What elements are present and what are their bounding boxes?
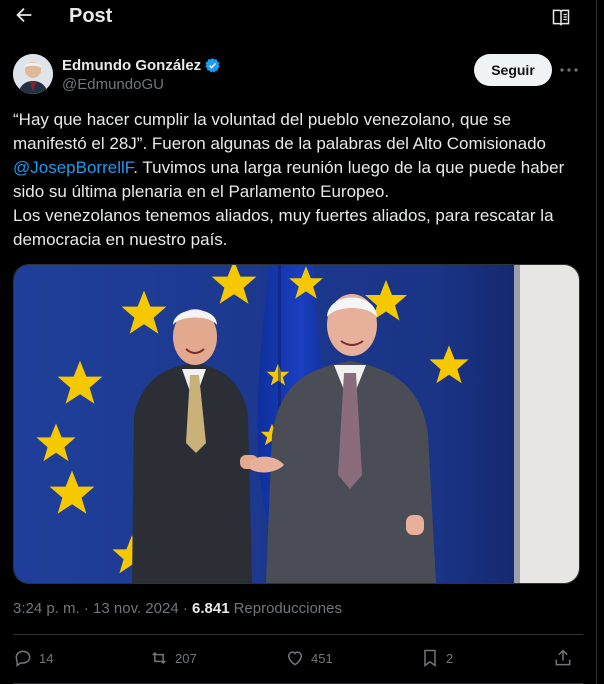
action-bar: 14 207 451 2 [13,648,583,674]
author-name[interactable]: Edmundo González [62,57,201,74]
post-photo[interactable] [13,264,580,584]
verified-badge-icon [205,57,220,73]
divider [13,634,583,635]
post-text-part: “Hay que hacer cumplir la voluntad del p… [13,110,546,153]
like-count: 451 [311,650,333,666]
reader-mode-icon[interactable] [551,7,571,27]
post-text-line: Los venezolanos tenemos aliados, muy fue… [13,206,554,249]
reply-button[interactable]: 14 [13,648,53,668]
avatar[interactable] [13,54,53,94]
reply-count: 14 [39,650,54,666]
share-icon [555,649,571,666]
repost-icon [152,651,166,665]
heart-icon [287,651,303,666]
share-button[interactable] [553,648,579,668]
top-bar: Post [0,0,596,34]
repost-count: 207 [175,650,197,666]
bookmark-count: 2 [446,650,454,666]
follow-button[interactable]: Seguir [474,54,552,86]
post-meta: 3:24 p. m. · 13 nov. 2024 · 6.841 Reprod… [13,600,342,617]
post-date[interactable]: 13 nov. 2024 [93,600,179,617]
author-handle[interactable]: @EdmundoGU [62,76,221,93]
post-time[interactable]: 3:24 p. m. [13,600,80,617]
arrow-left-icon[interactable] [13,4,35,26]
bookmark-button[interactable]: 2 [420,648,453,668]
like-button[interactable]: 451 [285,648,333,668]
mention-link[interactable]: @JosepBorrellF [13,158,133,177]
post-panel: Post Edmundo González @EdmundoGU Seguir [0,0,597,684]
meta-separator: · [79,600,94,617]
reply-icon [15,650,31,667]
meta-separator: · [178,600,193,617]
author-block: Edmundo González @EdmundoGU [62,55,221,93]
views-label: Reproducciones [233,600,342,617]
bookmark-icon [424,649,436,667]
post-text: “Hay que hacer cumplir la voluntad del p… [13,108,585,252]
page-title: Post [69,5,113,27]
repost-button[interactable]: 207 [149,648,197,668]
more-dots-icon[interactable] [558,60,580,80]
views-count: 6.841 [192,600,230,617]
